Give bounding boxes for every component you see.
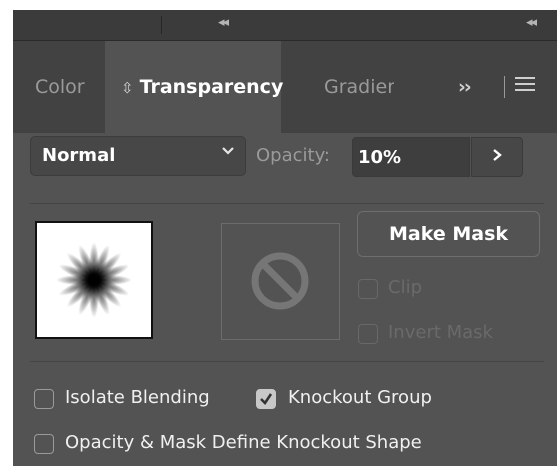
chevron-right-icon <box>493 149 502 161</box>
starburst-artwork-icon <box>56 242 132 318</box>
collapse-icon[interactable]: ◂◂ <box>218 15 229 30</box>
opacity-input[interactable]: 10% <box>352 137 470 177</box>
invert-mask-label: Invert Mask <box>388 322 493 343</box>
blend-mode-select[interactable]: Normal <box>30 136 246 176</box>
transparency-panel: Color ⇳ Transparency Gradien ›› Normal Op… <box>13 41 557 466</box>
tab-gradient[interactable]: Gradien <box>324 41 394 133</box>
mask-thumbnail[interactable] <box>221 223 340 340</box>
isolate-blending-checkbox[interactable] <box>34 389 54 409</box>
stage: ◂◂ ◂◂ Color ⇳ Transparency Gradien ›› Nor… <box>0 0 557 466</box>
more-tabs-button[interactable]: ›› <box>458 41 472 133</box>
checkmark-icon <box>260 393 273 406</box>
chevron-down-icon <box>221 144 235 162</box>
knockout-group-checkbox[interactable] <box>256 389 276 409</box>
panel-menu-icon[interactable] <box>515 77 535 97</box>
tab-transparency[interactable]: ⇳ Transparency <box>105 41 284 133</box>
blend-mode-value: Normal <box>42 145 116 166</box>
clip-checkbox[interactable] <box>358 279 378 299</box>
define-knockout-shape-checkbox[interactable] <box>34 434 54 454</box>
panel-dock-header: ◂◂ ◂◂ <box>13 10 557 41</box>
clip-label: Clip <box>388 277 422 298</box>
divider <box>30 361 544 362</box>
up-down-arrows-icon: ⇳ <box>121 79 134 97</box>
no-symbol-icon <box>251 252 309 310</box>
define-knockout-shape-label: Opacity & Mask Define Knockout Shape <box>65 432 422 453</box>
header-divider <box>161 16 162 34</box>
divider <box>30 203 544 204</box>
artwork-thumbnail[interactable] <box>35 221 153 339</box>
opacity-label: Opacity: <box>256 145 330 166</box>
tab-transparency-label: Transparency <box>139 76 284 98</box>
tab-color[interactable]: Color <box>35 41 85 133</box>
invert-mask-checkbox[interactable] <box>358 324 378 344</box>
tab-separator <box>504 76 505 98</box>
isolate-blending-label: Isolate Blending <box>65 387 210 408</box>
opacity-slider-button[interactable] <box>471 137 523 177</box>
knockout-group-label: Knockout Group <box>288 387 432 408</box>
make-mask-button[interactable]: Make Mask <box>357 211 540 257</box>
panel-tab-bar: Color ⇳ Transparency Gradien ›› <box>13 41 557 133</box>
collapse-panel-icon[interactable]: ◂◂ <box>526 15 537 30</box>
